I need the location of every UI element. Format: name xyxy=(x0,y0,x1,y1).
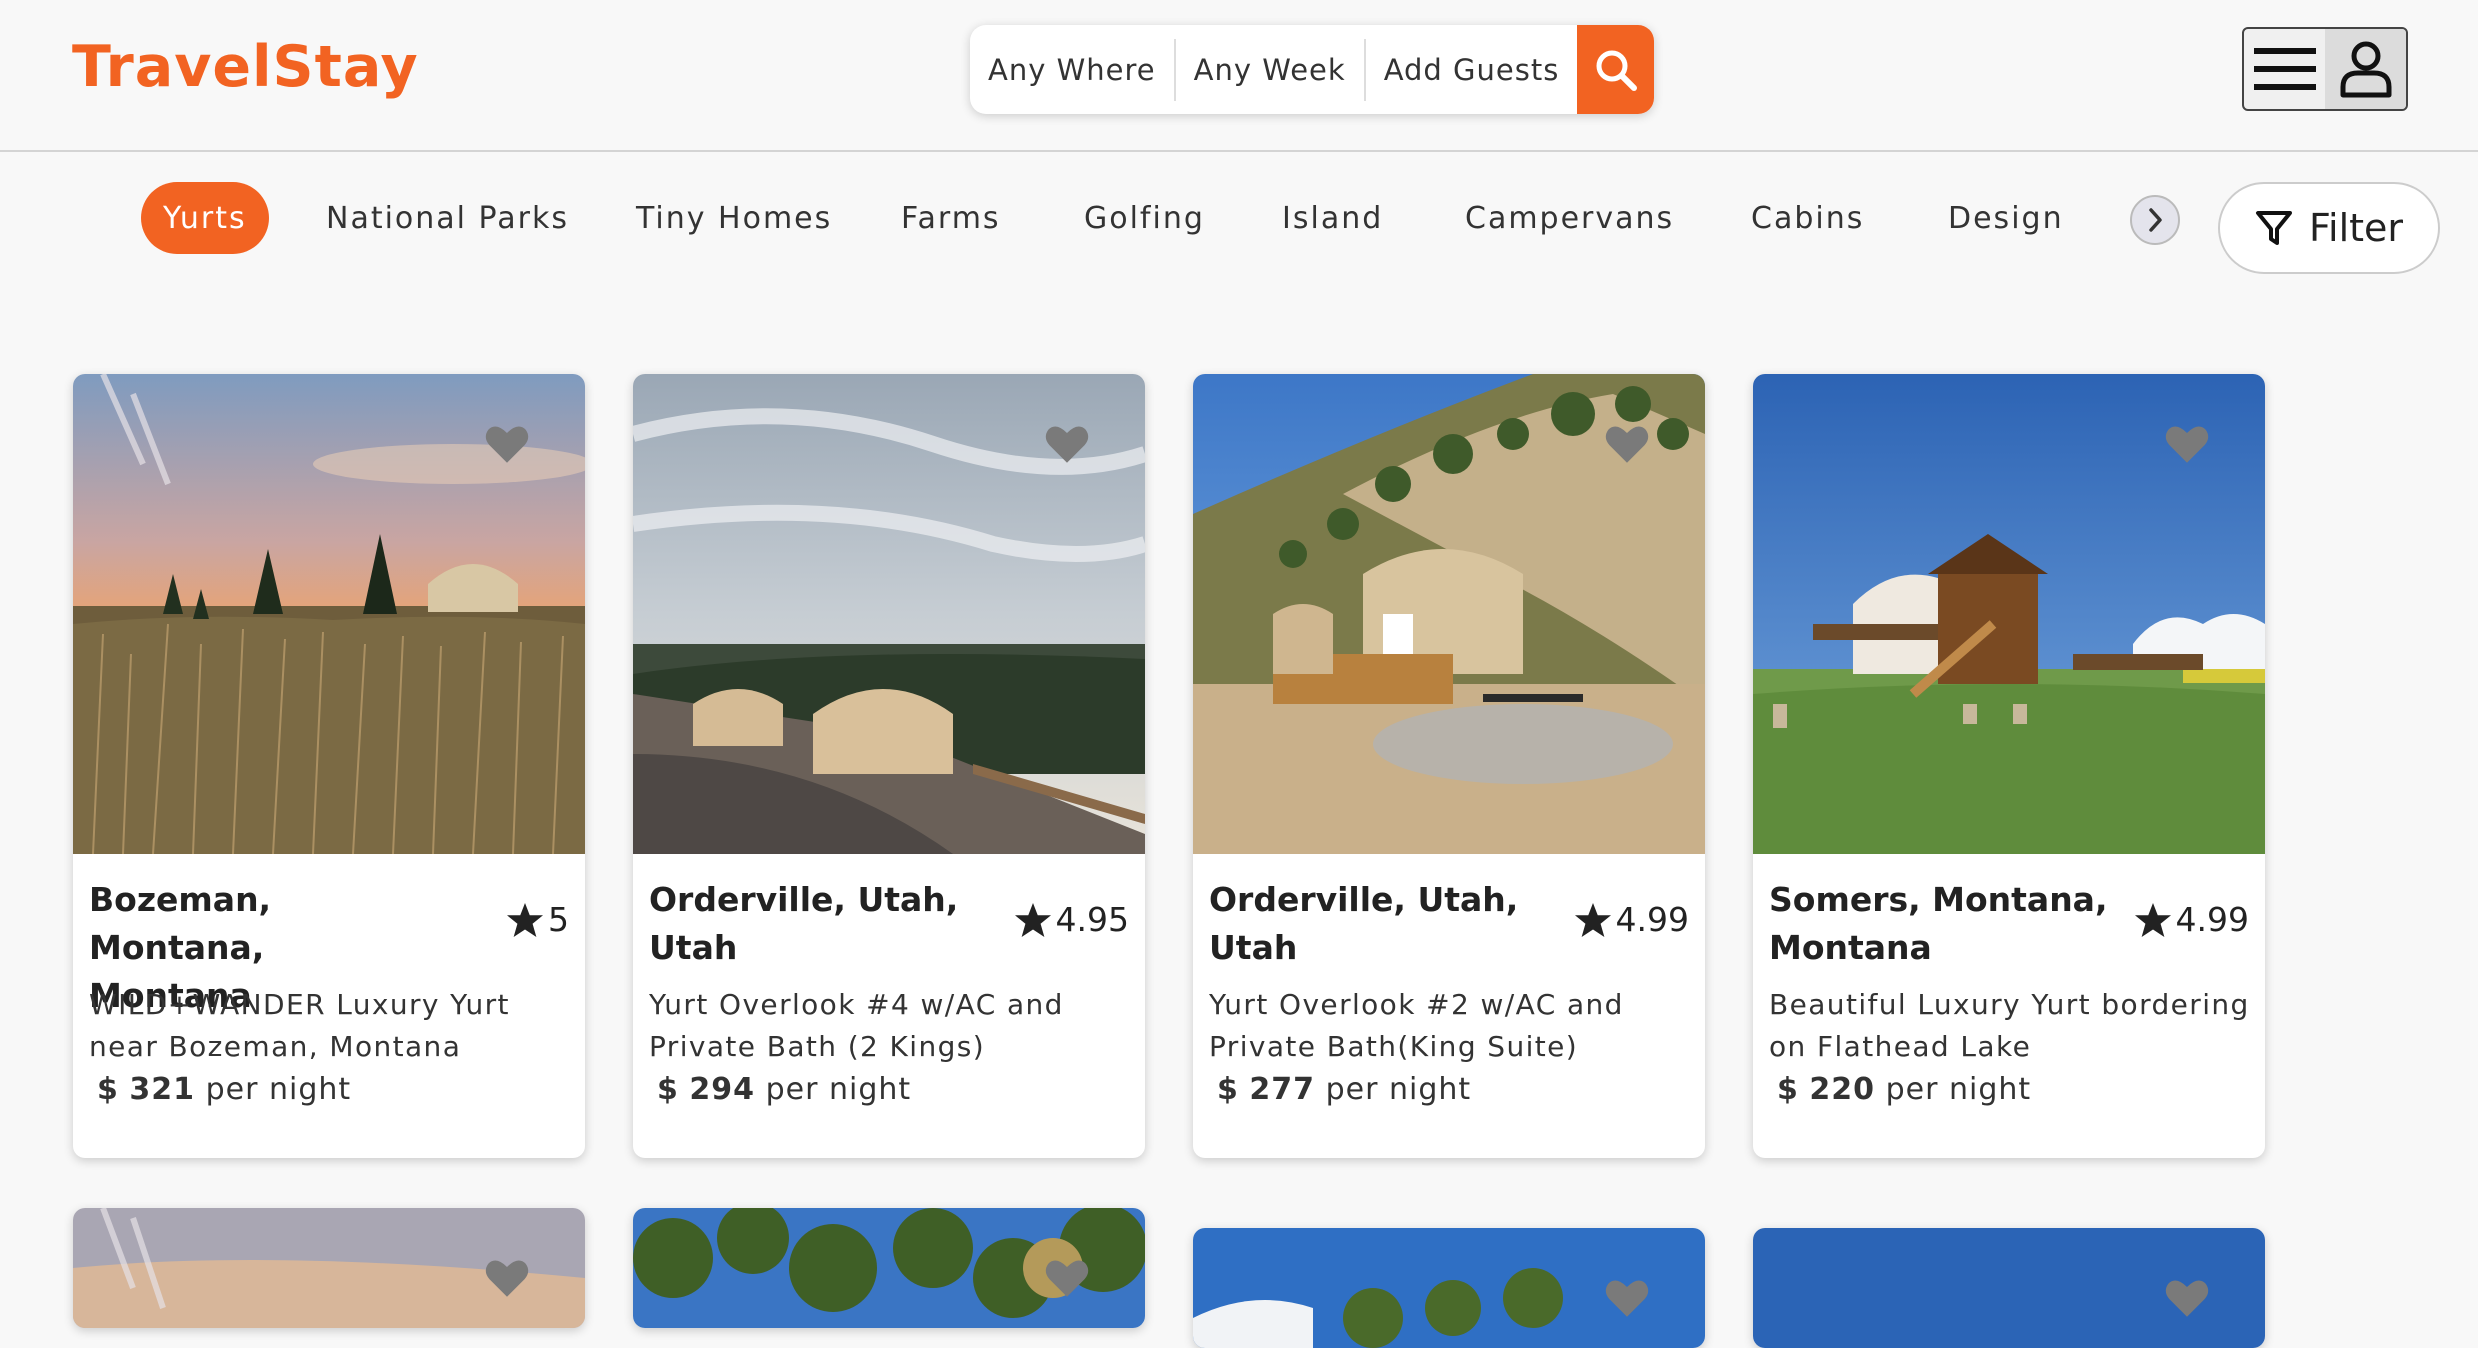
user-icon xyxy=(2340,41,2391,98)
listing-price: $ 277 per night xyxy=(1217,1072,1471,1107)
listing-title: Yurt Overlook #4 w/AC and Private Bath (… xyxy=(649,988,1064,1063)
listing-card[interactable] xyxy=(1193,1228,1705,1348)
profile-toggle[interactable] xyxy=(2325,29,2406,109)
price-amount: 321 xyxy=(129,1072,196,1107)
logo[interactable]: TravelStay xyxy=(72,34,419,100)
rating-value: 4.99 xyxy=(1615,900,1689,939)
listing-rating: 4.99 xyxy=(1574,900,1689,939)
favorite-heart-icon[interactable] xyxy=(2165,1278,2209,1318)
filter-button[interactable]: Filter xyxy=(2218,182,2440,274)
listing-title: WILD+WANDER Luxury Yurt near Bozeman, Mo… xyxy=(89,988,510,1063)
price-unit: per night xyxy=(765,1072,912,1107)
category-cabins[interactable]: Cabins xyxy=(1751,182,1864,254)
listing-location: Orderville, Utah, Utah xyxy=(649,880,959,967)
listing-card[interactable] xyxy=(633,1208,1145,1328)
favorite-heart-icon[interactable] xyxy=(485,1258,529,1298)
search-bar[interactable]: Any Where Any Week Add Guests xyxy=(970,25,1654,114)
rating-value: 4.95 xyxy=(1055,900,1129,939)
price-amount: 220 xyxy=(1809,1072,1876,1107)
top-header: TravelStay Any Where Any Week Add Guests xyxy=(0,0,2478,152)
search-week[interactable]: Any Week xyxy=(1173,38,1364,101)
price-currency: $ xyxy=(1217,1072,1239,1107)
listing-card[interactable]: Orderville, Utah, Utah 4.95 Yurt Overloo… xyxy=(633,374,1145,1158)
favorite-heart-icon[interactable] xyxy=(1045,424,1089,464)
category-golfing[interactable]: Golfing xyxy=(1084,182,1205,254)
category-yurts[interactable]: Yurts xyxy=(141,182,269,254)
category-tiny-homes[interactable]: Tiny Homes xyxy=(636,182,832,254)
listing-price: $ 294 per night xyxy=(657,1072,911,1107)
listing-card[interactable]: Bozeman, Montana, Montana 5 WILD+WANDER … xyxy=(73,374,585,1158)
rating-value: 4.99 xyxy=(2175,900,2249,939)
price-currency: $ xyxy=(1777,1072,1799,1107)
price-unit: per night xyxy=(1325,1072,1472,1107)
category-campervans[interactable]: Campervans xyxy=(1465,182,1674,254)
star-icon xyxy=(506,902,544,938)
search-icon xyxy=(1596,50,1637,91)
category-island[interactable]: Island xyxy=(1282,182,1383,254)
listing-rating: 4.99 xyxy=(2134,900,2249,939)
listing-rating: 5 xyxy=(506,900,569,939)
filter-label: Filter xyxy=(2308,206,2404,250)
favorite-heart-icon[interactable] xyxy=(1605,424,1649,464)
price-amount: 294 xyxy=(689,1072,756,1107)
listing-card[interactable] xyxy=(73,1208,585,1328)
listing-price: $ 220 per night xyxy=(1777,1072,2031,1107)
listing-title: Beautiful Luxury Yurt bordering on Flath… xyxy=(1769,988,2250,1063)
category-next-button[interactable] xyxy=(2130,195,2180,245)
star-icon xyxy=(1014,902,1052,938)
category-farms[interactable]: Farms xyxy=(901,182,1001,254)
search-button[interactable] xyxy=(1577,25,1654,114)
favorite-heart-icon[interactable] xyxy=(1045,1258,1089,1298)
star-icon xyxy=(2134,902,2172,938)
category-national-parks[interactable]: National Parks xyxy=(326,182,569,254)
search-guests[interactable]: Add Guests xyxy=(1363,38,1578,101)
listing-location: Orderville, Utah, Utah xyxy=(1209,880,1519,967)
favorite-heart-icon[interactable] xyxy=(2165,424,2209,464)
listing-card[interactable]: Somers, Montana, Montana 4.99 Beautiful … xyxy=(1753,374,2265,1158)
favorite-heart-icon[interactable] xyxy=(485,424,529,464)
price-unit: per night xyxy=(205,1072,352,1107)
rating-value: 5 xyxy=(548,900,569,939)
listing-card[interactable]: Orderville, Utah, Utah 4.99 Yurt Overloo… xyxy=(1193,374,1705,1158)
search-where[interactable]: Any Where xyxy=(970,39,1174,101)
chevron-right-icon xyxy=(2149,208,2162,232)
listing-location: Somers, Montana, Montana xyxy=(1769,880,2108,967)
price-currency: $ xyxy=(657,1072,679,1107)
favorite-heart-icon[interactable] xyxy=(1605,1278,1649,1318)
star-icon xyxy=(1574,902,1612,938)
price-unit: per night xyxy=(1885,1072,2032,1107)
price-currency: $ xyxy=(97,1072,119,1107)
listing-rating: 4.95 xyxy=(1014,900,1129,939)
menu-toggle[interactable] xyxy=(2244,29,2325,109)
listing-price: $ 321 per night xyxy=(97,1072,351,1107)
price-amount: 277 xyxy=(1249,1072,1316,1107)
listing-title: Yurt Overlook #2 w/AC and Private Bath(K… xyxy=(1209,988,1624,1063)
user-menu-button[interactable] xyxy=(2242,27,2408,111)
category-design[interactable]: Design xyxy=(1948,182,2064,254)
listing-card[interactable] xyxy=(1753,1228,2265,1348)
hamburger-icon xyxy=(2253,48,2316,90)
filter-icon xyxy=(2255,211,2292,245)
category-bar: Yurts National Parks Tiny Homes Farms Go… xyxy=(0,152,2478,282)
